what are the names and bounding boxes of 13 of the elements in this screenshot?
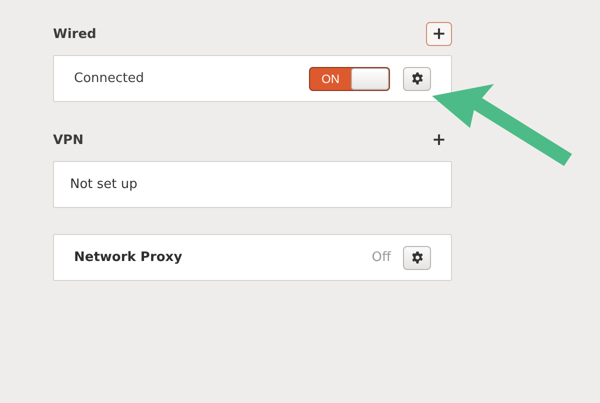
gear-icon — [410, 72, 424, 85]
section-title: VPN — [53, 132, 84, 148]
empty-message: Not set up — [70, 177, 138, 192]
settings-button[interactable] — [403, 246, 431, 270]
gear-icon — [410, 251, 424, 264]
section-title: Wired — [53, 26, 96, 42]
toggle-switch[interactable]: ON — [309, 66, 390, 90]
settings-button[interactable] — [403, 66, 431, 90]
connection-status: Connected — [74, 71, 146, 86]
add-button[interactable]: + — [426, 22, 452, 46]
add-button[interactable]: + — [426, 128, 452, 152]
proxy-status: Off — [372, 250, 391, 265]
proxy-label: Network Proxy — [73, 250, 184, 265]
